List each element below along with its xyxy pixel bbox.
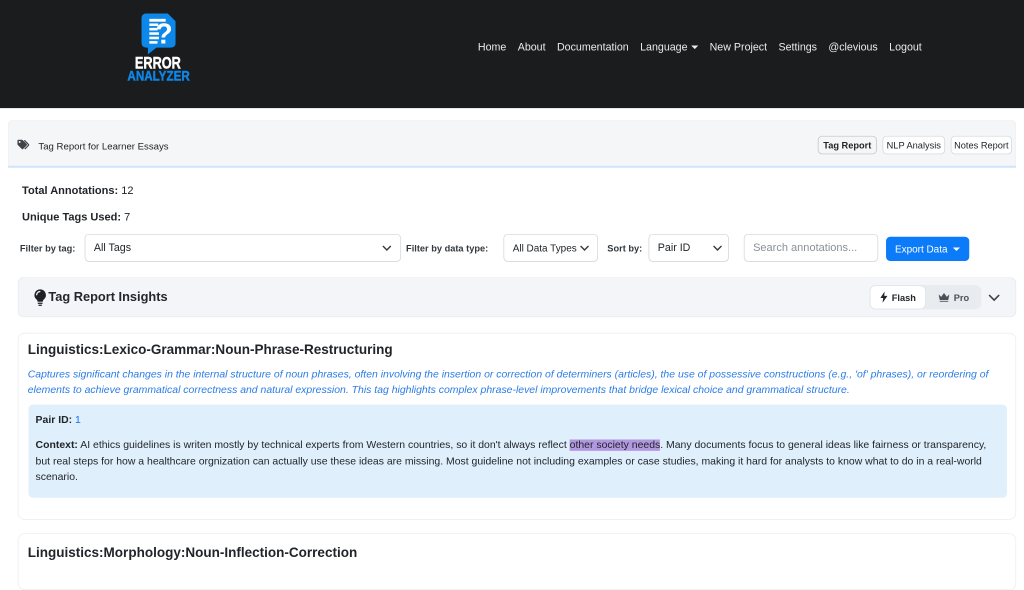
svg-text:?: ? xyxy=(155,18,172,50)
